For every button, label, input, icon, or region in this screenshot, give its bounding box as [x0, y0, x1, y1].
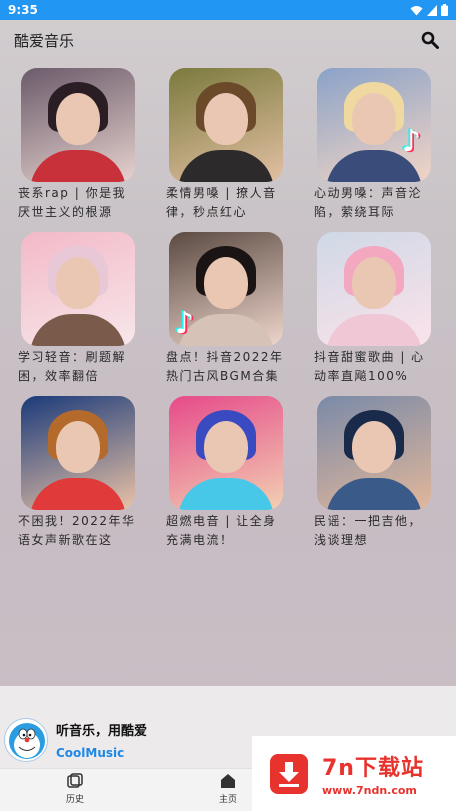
playlist-cover-image[interactable]	[317, 396, 431, 510]
doraemon-icon	[9, 723, 45, 759]
status-time: 9:35	[8, 3, 38, 17]
playlist-card[interactable]: 超燃电音 | 让全身充满电流！	[164, 396, 288, 550]
status-icons	[410, 4, 448, 16]
avatar	[4, 718, 48, 762]
playlist-title: 学习轻音：刷题解困，效率翻倍	[18, 350, 127, 383]
watermark-url: www.7ndn.com	[322, 784, 417, 797]
cover-figure-face	[204, 421, 248, 474]
cover-figure-face	[204, 257, 248, 310]
playlist-card[interactable]: 民谣：一把吉他，浅谈理想	[312, 396, 436, 550]
playlist-card[interactable]: 丧系rap | 你是我厌世主义的根源	[16, 68, 140, 222]
playlist-title: 柔情男嗓 | 撩人音律，秒点红心	[166, 186, 277, 219]
tiktok-icon: ♪	[175, 306, 195, 341]
cover-figure-body	[30, 314, 126, 346]
nav-item-history[interactable]: 历史	[40, 773, 110, 805]
history-icon	[67, 773, 83, 788]
cover-figure-body	[178, 478, 274, 510]
playlist-card[interactable]: 学习轻音：刷题解困，效率翻倍	[16, 232, 140, 386]
nav-label-home: 主页	[218, 795, 237, 805]
cover-figure-face	[56, 257, 100, 310]
playlist-card[interactable]: 抖音甜蜜歌曲 | 心动率直飚100%	[312, 232, 436, 386]
cover-figure-face	[56, 93, 100, 146]
playlist-cover-image[interactable]: ♪	[317, 68, 431, 182]
search-button[interactable]	[418, 28, 442, 52]
playlist-card[interactable]: 不困我！2022年华语女声新歌在这	[16, 396, 140, 550]
playlist-cover-image[interactable]	[21, 396, 135, 510]
cover-figure-face	[352, 421, 396, 474]
download-logo	[270, 753, 308, 794]
playlist-title: 超燃电音 | 让全身充满电流！	[166, 514, 277, 547]
playlist-title: 心动男嗓：声音沦陷，萦绕耳际	[314, 186, 423, 219]
download-arrow-icon	[279, 761, 299, 787]
watermark-name: 7n下载站	[322, 756, 424, 781]
cover-figure-body	[30, 150, 126, 182]
wifi-icon	[410, 5, 423, 15]
playlist-cover-image[interactable]	[169, 68, 283, 182]
playlist-title: 盘点！抖音2022年热门古风BGM合集	[166, 350, 284, 383]
cover-figure-face	[204, 93, 248, 146]
app-title: 酷爱音乐	[14, 31, 75, 50]
home-icon	[221, 774, 235, 788]
player-title: 听音乐，用酷爱	[56, 724, 148, 739]
status-bar: 9:35	[0, 0, 456, 20]
playlist-card[interactable]: 柔情男嗓 | 撩人音律，秒点红心	[164, 68, 288, 222]
player-subtitle: CoolMusic	[56, 746, 125, 760]
app-bar: 酷爱音乐	[0, 20, 456, 60]
playlist-cover-image[interactable]	[21, 232, 135, 346]
nav-label-history: 历史	[65, 795, 84, 805]
playlist-title: 民谣：一把吉他，浅谈理想	[314, 514, 423, 547]
search-icon	[421, 31, 439, 49]
cover-figure-body	[178, 150, 274, 182]
cover-figure-body	[30, 478, 126, 510]
cover-figure-body	[326, 478, 422, 510]
cover-figure-body	[326, 314, 422, 346]
playlist-cover-image[interactable]	[169, 396, 283, 510]
playlist-cover-image[interactable]	[21, 68, 135, 182]
playlist-cover-image[interactable]	[317, 232, 431, 346]
playlist-title: 抖音甜蜜歌曲 | 心动率直飚100%	[314, 350, 425, 383]
cover-figure-face	[352, 257, 396, 310]
playlist-title: 丧系rap | 你是我厌世主义的根源	[18, 186, 127, 219]
playlist-title: 不困我！2022年华语女声新歌在这	[18, 514, 136, 547]
battery-icon	[441, 4, 448, 16]
playlist-card[interactable]: ♪ 盘点！抖音2022年热门古风BGM合集	[164, 232, 288, 386]
playlist-grid: 丧系rap | 你是我厌世主义的根源 柔情男嗓 | 撩人音律，秒点红心 ♪ 心动男嗓：…	[16, 68, 444, 550]
cover-figure-face	[352, 93, 396, 146]
watermark: 7n下载站 www.7ndn.com	[252, 736, 456, 811]
tiktok-icon: ♪	[401, 124, 421, 159]
cover-figure-face	[56, 421, 100, 474]
signal-icon	[427, 4, 437, 16]
playlist-cover-image[interactable]: ♪	[169, 232, 283, 346]
playlist-card[interactable]: ♪ 心动男嗓：声音沦陷，萦绕耳际	[312, 68, 436, 222]
